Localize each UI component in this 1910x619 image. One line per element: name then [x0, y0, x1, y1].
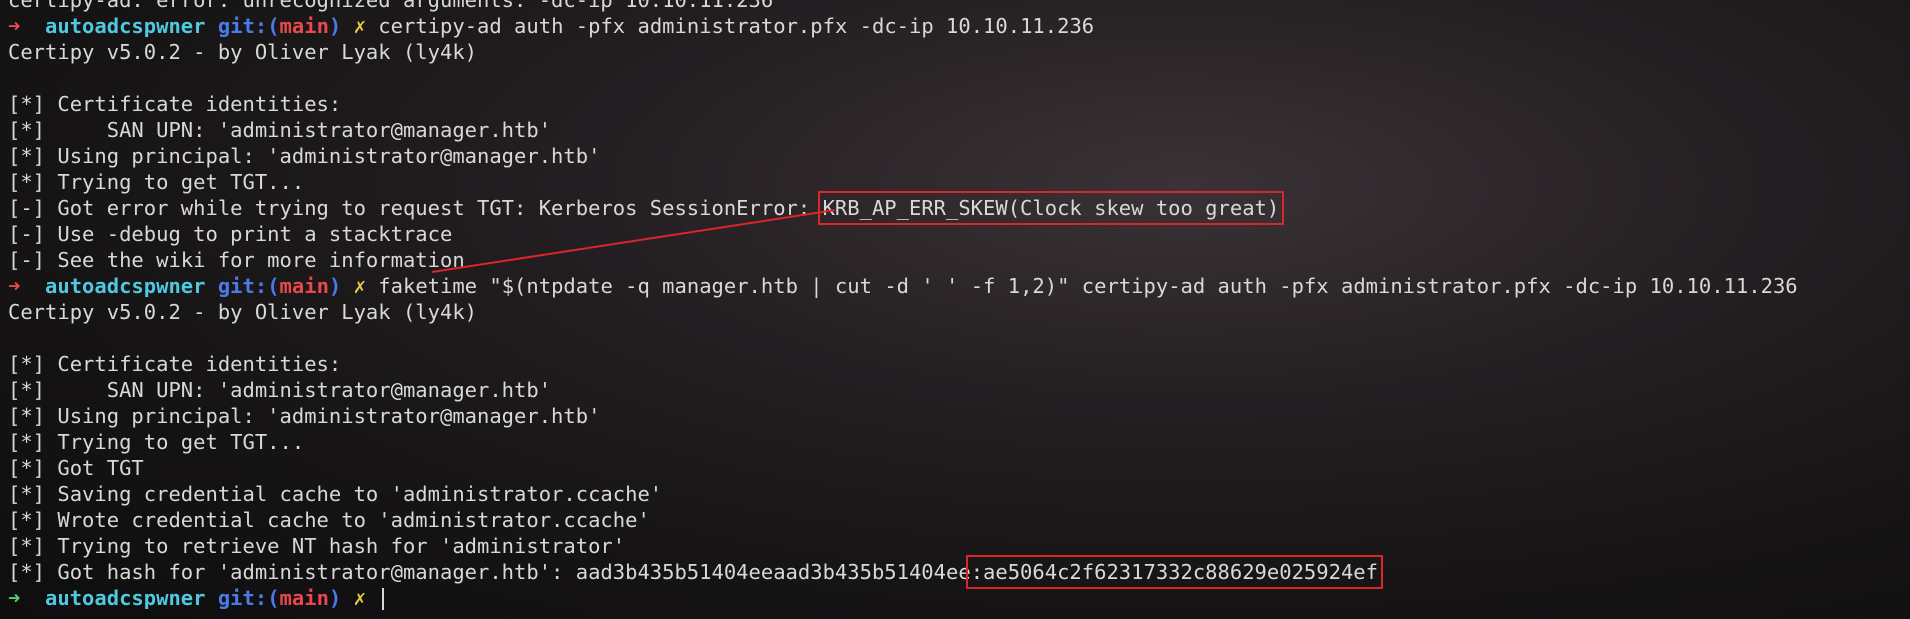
annotation-arrow-line — [431, 209, 836, 273]
annotation-overlay — [431, 209, 836, 273]
